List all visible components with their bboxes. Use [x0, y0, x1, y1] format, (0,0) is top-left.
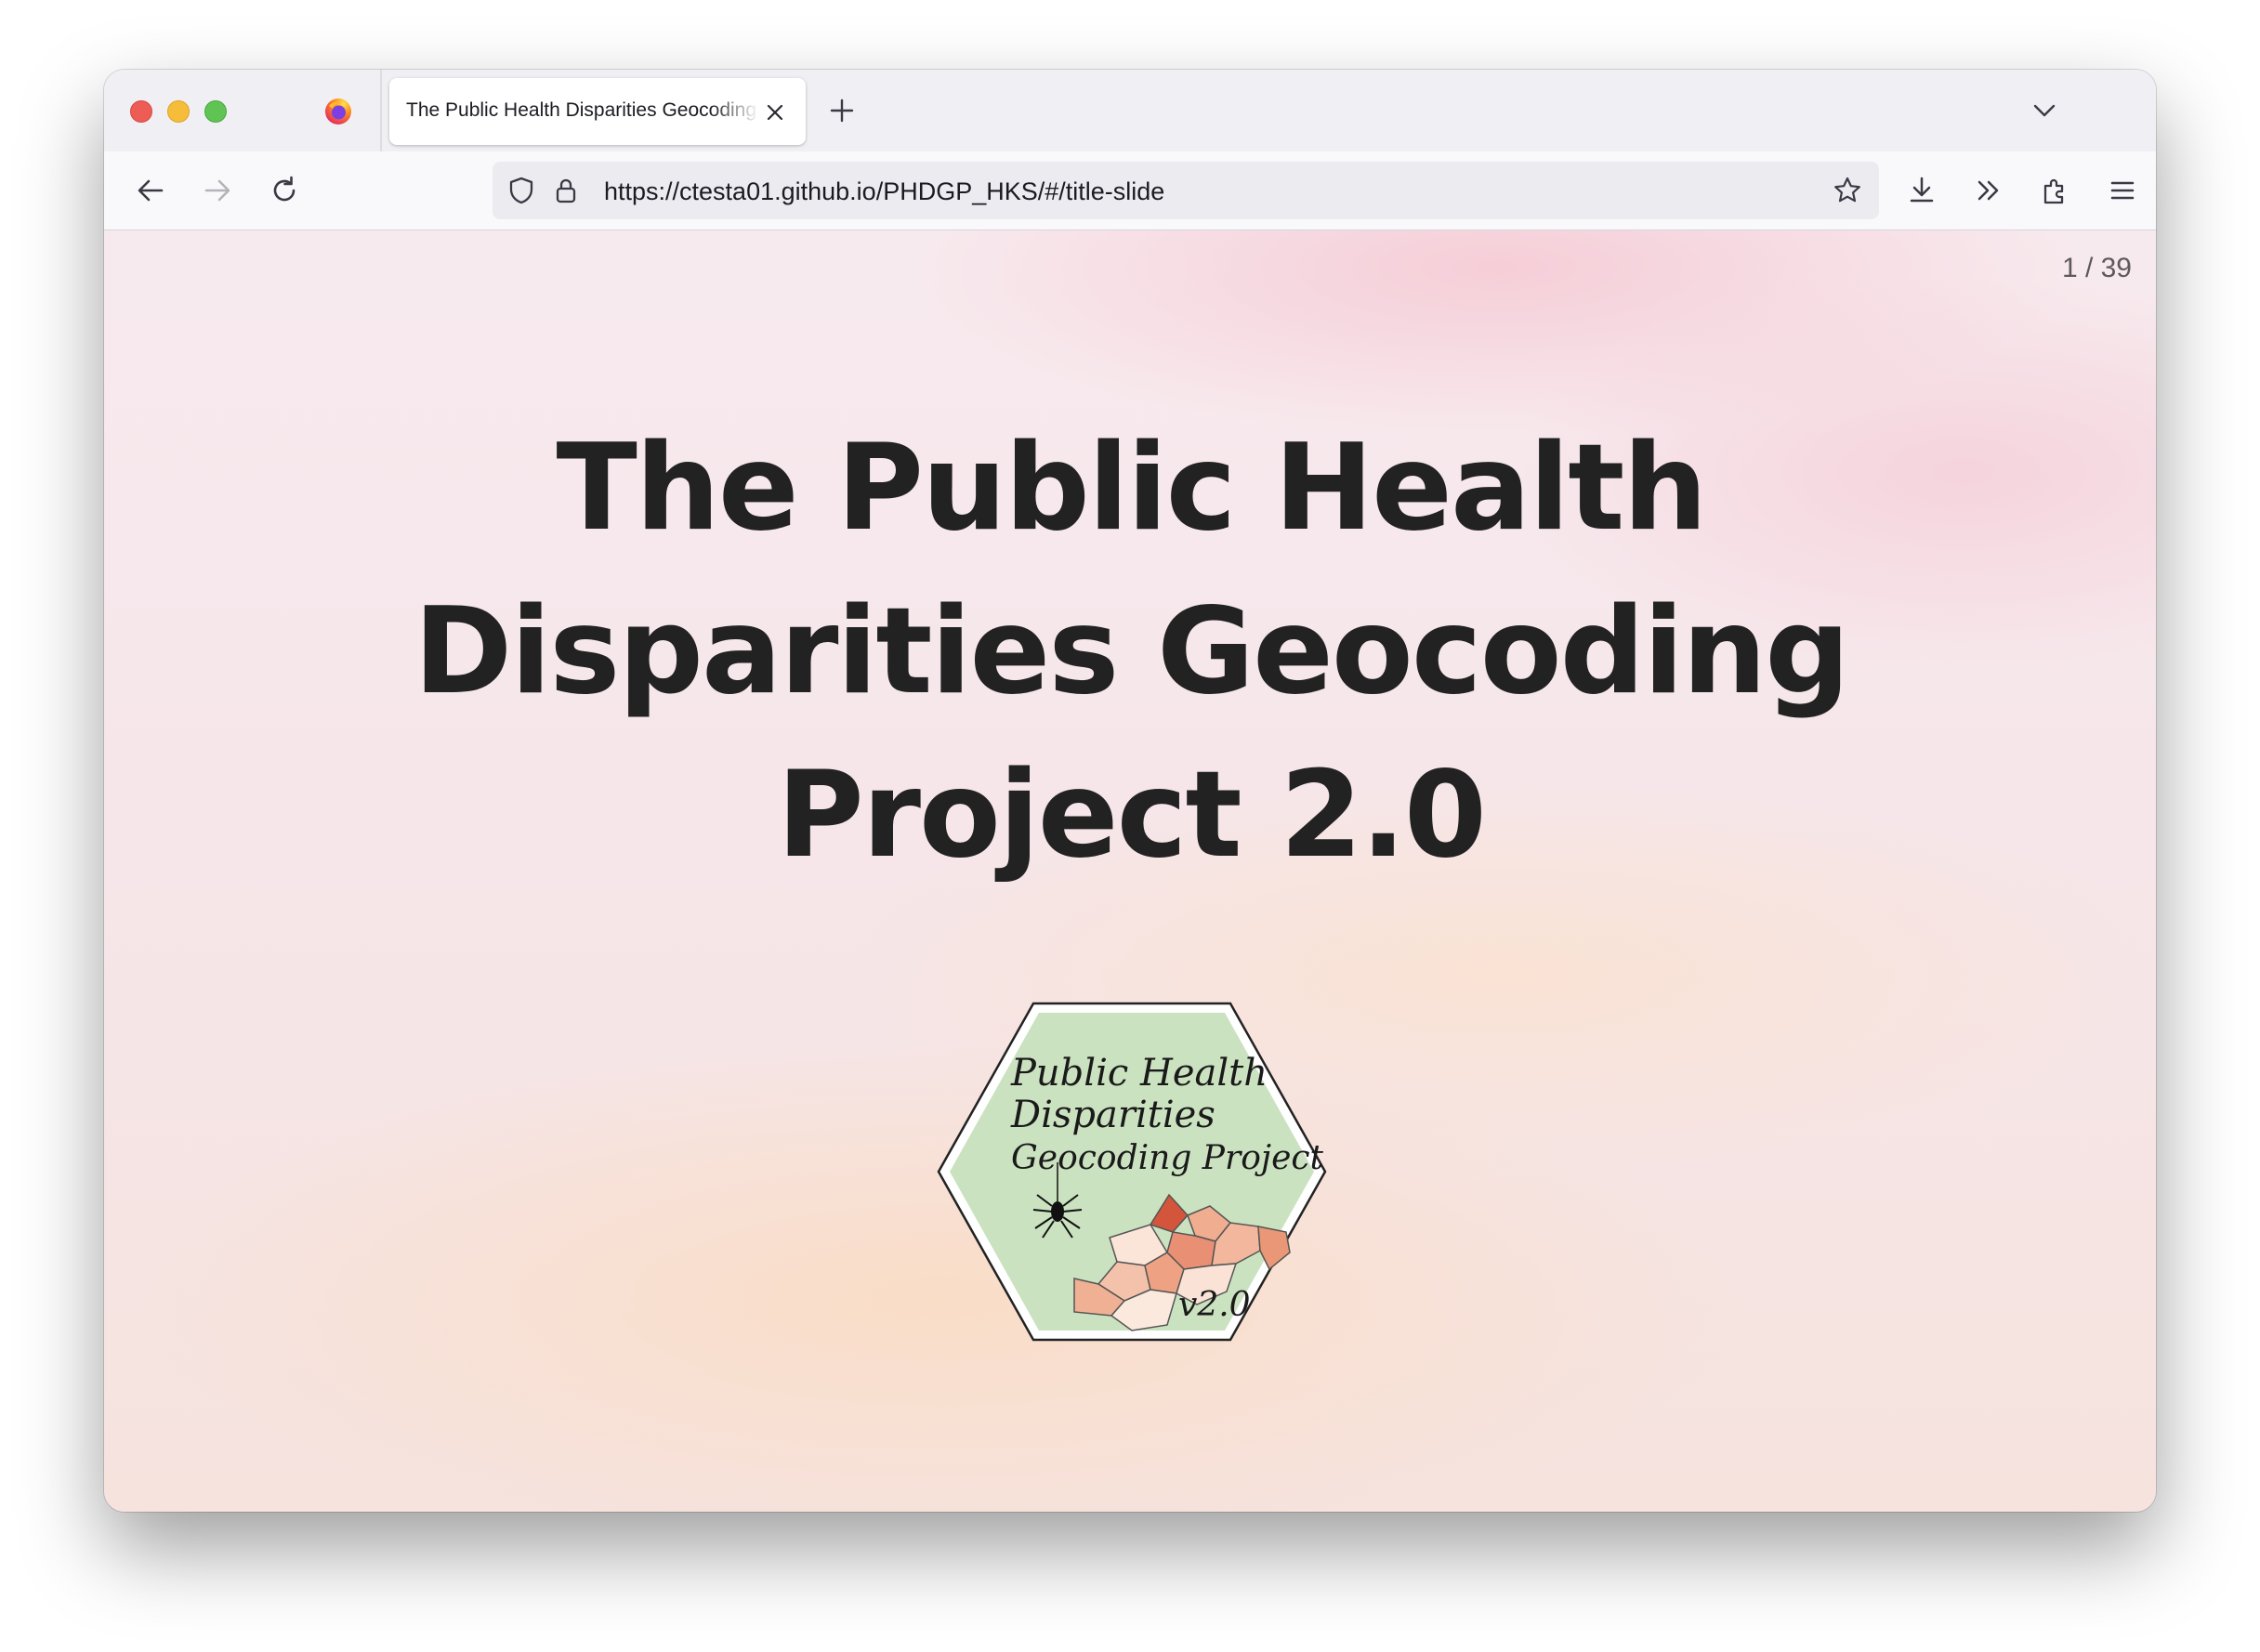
slide-number: 1 / 39 — [2061, 253, 2132, 283]
minimize-window-button[interactable] — [167, 100, 190, 123]
logo-version: v2.0 — [1178, 1286, 1251, 1324]
tab-separator — [380, 70, 382, 151]
tab-strip: The Public Health Disparities Geocoding … — [104, 70, 2156, 151]
close-window-button[interactable] — [130, 100, 152, 123]
tab-title: The Public Health Disparities Geocoding … — [406, 99, 759, 121]
navigation-toolbar: https://ctesta01.github.io/PHDGP_HKS/#/t… — [104, 151, 2156, 230]
arrow-right-icon[interactable] — [199, 172, 236, 209]
browser-window: The Public Health Disparities Geocoding … — [104, 70, 2156, 1512]
download-icon[interactable] — [1903, 172, 1940, 209]
star-icon[interactable] — [1831, 174, 1864, 207]
firefox-icon — [325, 98, 351, 125]
close-icon[interactable] — [761, 98, 789, 126]
hamburger-icon[interactable] — [2104, 172, 2141, 209]
double-chevron-icon[interactable] — [1970, 172, 2007, 209]
logo-text-line2: Disparities — [1010, 1094, 1215, 1136]
tab-active[interactable]: The Public Health Disparities Geocoding … — [389, 78, 806, 145]
zoom-window-button[interactable] — [204, 100, 227, 123]
chevron-down-icon[interactable] — [2030, 96, 2059, 125]
puzzle-icon[interactable] — [2037, 172, 2074, 209]
logo-text-line1: Public Health — [1010, 1052, 1268, 1095]
phdgp-hex-logo: Public Health Disparities Geocoding Proj… — [937, 1002, 1327, 1342]
arrow-left-icon[interactable] — [132, 172, 169, 209]
plus-icon[interactable] — [825, 94, 859, 127]
reload-icon[interactable] — [266, 172, 303, 209]
lock-icon[interactable] — [552, 176, 580, 205]
url-text[interactable]: https://ctesta01.github.io/PHDGP_HKS/#/t… — [604, 177, 1164, 206]
slide-viewport: 1 / 39 The Public Health Disparities Geo… — [104, 230, 2156, 1512]
hamburger-icon[interactable] — [126, 1511, 177, 1512]
slide-title: The Public Health Disparities Geocoding … — [414, 419, 1850, 885]
shield-icon[interactable] — [506, 175, 537, 206]
url-bar[interactable]: https://ctesta01.github.io/PHDGP_HKS/#/t… — [493, 162, 1879, 219]
